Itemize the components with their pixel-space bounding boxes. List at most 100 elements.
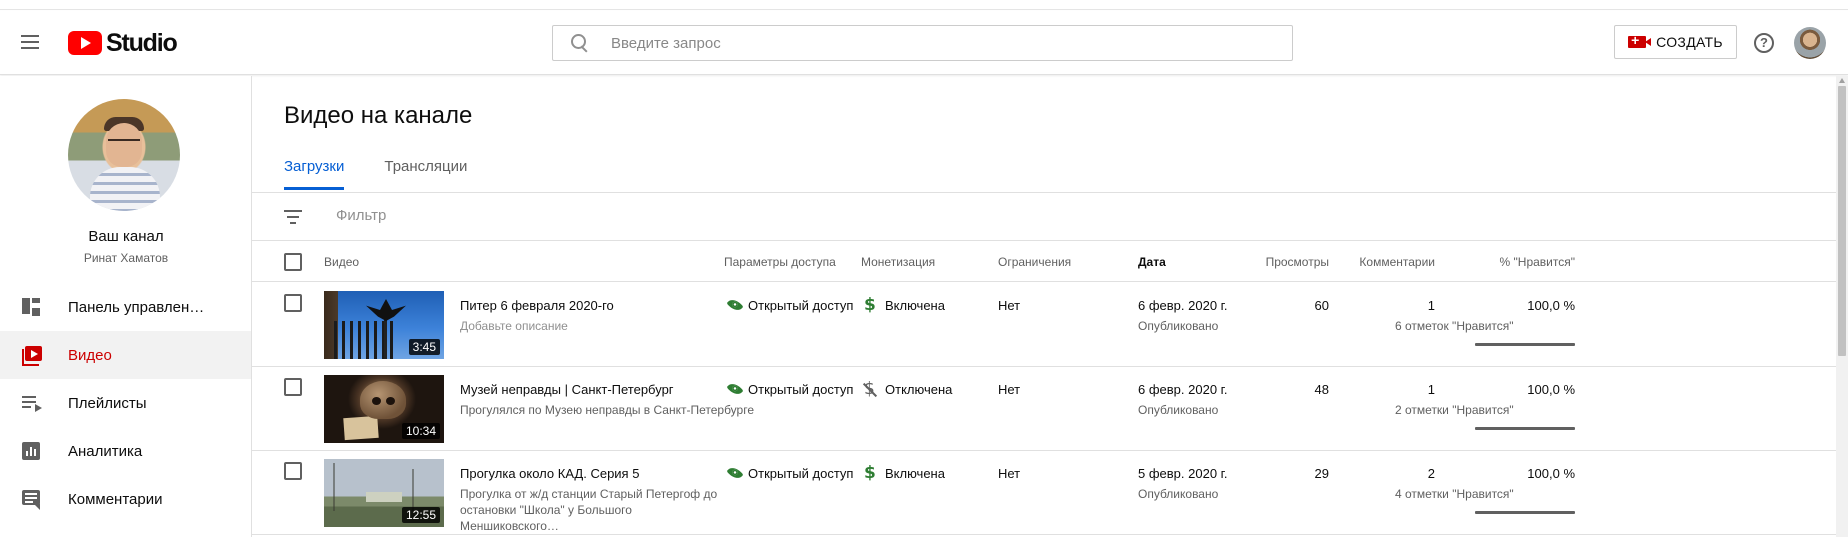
video-thumbnail[interactable]: 10:34 [324, 375, 444, 443]
publish-status: Опубликовано [1138, 319, 1219, 333]
sidebar-item-analytics[interactable]: Аналитика [0, 427, 251, 475]
table-row[interactable]: 10:34 Музей неправды | Санкт-Петербург П… [252, 367, 1836, 451]
video-title[interactable]: Музей неправды | Санкт-Петербург [460, 382, 760, 397]
date-value: 6 февр. 2020 г. [1138, 298, 1228, 313]
filter-icon[interactable] [284, 210, 302, 224]
publish-status: Опубликовано [1138, 403, 1219, 417]
monetization-value[interactable]: Включена [885, 466, 945, 481]
app-header: Studio СОЗДАТЬ ? [0, 11, 1848, 75]
video-description[interactable]: Прогулка от ж/д станции Старый Петергоф … [460, 486, 720, 534]
column-header-video: Видео [324, 255, 360, 269]
select-all-checkbox[interactable] [284, 253, 302, 271]
sidebar-item-label: Видео [68, 346, 112, 364]
sidebar-item-playlists[interactable]: Плейлисты [0, 379, 251, 427]
help-icon[interactable]: ? [1754, 33, 1774, 53]
scroll-up-arrow-icon[interactable] [1839, 78, 1845, 83]
date-value: 6 февр. 2020 г. [1138, 382, 1228, 397]
column-header-restrictions[interactable]: Ограничения [998, 255, 1071, 269]
hamburger-menu-icon[interactable] [18, 31, 42, 55]
scrollbar-thumb[interactable] [1838, 86, 1846, 356]
youtube-studio-logo[interactable]: Studio [68, 28, 178, 57]
column-header-views[interactable]: Просмотры [1229, 255, 1329, 269]
likes-percent: 100,0 % [1527, 466, 1575, 481]
video-duration: 3:45 [408, 339, 440, 355]
sidebar-item-label: Комментарии [68, 490, 163, 508]
youtube-play-icon [68, 31, 102, 55]
visibility-value[interactable]: Открытый доступ [748, 382, 853, 397]
column-header-comments[interactable]: Комментарии [1335, 255, 1435, 269]
comments-icon [22, 490, 40, 510]
video-description[interactable]: Прогулялся по Музею неправды в Санкт-Пет… [460, 402, 760, 418]
search-icon [571, 34, 589, 52]
publish-status: Опубликовано [1138, 487, 1219, 501]
sidebar-nav: Панель управлен… Видео Плейлисты Аналити… [0, 283, 251, 523]
row-checkbox[interactable] [284, 378, 302, 396]
monetization-value[interactable]: Отключена [885, 382, 952, 397]
visibility-value[interactable]: Открытый доступ [748, 466, 853, 481]
filter-bar [252, 193, 1836, 241]
video-description[interactable]: Добавьте описание [460, 318, 760, 334]
channel-title: Ваш канал [88, 228, 164, 245]
monetization-on-icon: $ [864, 463, 876, 483]
analytics-icon [22, 442, 40, 460]
comments-value: 1 [1427, 382, 1435, 397]
sidebar-item-label: Панель управлен… [68, 298, 205, 316]
playlist-icon [22, 394, 42, 412]
channel-avatar[interactable] [68, 99, 180, 211]
views-value: 60 [1314, 298, 1329, 313]
date-value: 5 февр. 2020 г. [1138, 466, 1228, 481]
likes-ratio-bar [1475, 343, 1575, 346]
views-value: 29 [1314, 466, 1329, 481]
likes-count: 2 отметки "Нравится" [1395, 403, 1514, 417]
video-title[interactable]: Прогулка около КАД. Серия 5 [460, 466, 760, 481]
column-header-likes[interactable]: % "Нравится" [1435, 255, 1575, 269]
page-scrollbar[interactable] [1836, 76, 1848, 537]
page-title: Видео на канале [284, 102, 473, 129]
channel-owner-name: Ринат Хаматов [83, 251, 169, 265]
restrictions-value: Нет [998, 298, 1021, 313]
sidebar-item-dashboard[interactable]: Панель управлен… [0, 283, 251, 331]
top-border [0, 0, 1848, 10]
sidebar-item-comments[interactable]: Комментарии [0, 475, 251, 523]
table-row[interactable]: 12:55 Прогулка около КАД. Серия 5 Прогул… [252, 451, 1836, 535]
dashboard-icon [22, 298, 42, 316]
views-value: 48 [1314, 382, 1329, 397]
table-row[interactable]: 3:45 Питер 6 февраля 2020-го Добавьте оп… [252, 283, 1836, 367]
video-thumbnail[interactable]: 12:55 [324, 459, 444, 527]
tabs: Загрузки Трансляции [284, 158, 507, 190]
likes-ratio-bar [1475, 427, 1575, 430]
row-checkbox[interactable] [284, 462, 302, 480]
comments-value: 1 [1427, 298, 1435, 313]
column-header-monetization[interactable]: Монетизация [861, 255, 935, 269]
account-avatar[interactable] [1794, 27, 1826, 59]
video-icon [22, 346, 42, 366]
sidebar-item-label: Плейлисты [68, 394, 147, 412]
sidebar-item-videos[interactable]: Видео [0, 331, 251, 379]
tab-live[interactable]: Трансляции [384, 158, 467, 190]
main-content: Видео на канале Загрузки Трансляции Виде… [252, 76, 1836, 537]
row-checkbox[interactable] [284, 294, 302, 312]
video-thumbnail[interactable]: 3:45 [324, 291, 444, 359]
video-duration: 12:55 [401, 507, 440, 523]
create-button[interactable]: СОЗДАТЬ [1614, 25, 1737, 59]
logo-text: Studio [106, 28, 178, 57]
monetization-value[interactable]: Включена [885, 298, 945, 313]
likes-percent: 100,0 % [1527, 382, 1575, 397]
monetization-on-icon: $ [864, 295, 876, 315]
monetization-off-icon: $ [864, 379, 875, 399]
video-duration: 10:34 [401, 423, 440, 439]
sidebar: Ваш канал Ринат Хаматов Панель управлен…… [0, 76, 252, 537]
filter-input[interactable] [336, 207, 736, 224]
likes-percent: 100,0 % [1527, 298, 1575, 313]
column-header-visibility[interactable]: Параметры доступа [724, 255, 836, 269]
column-header-date[interactable]: Дата [1138, 255, 1166, 269]
create-video-icon [1628, 32, 1652, 48]
likes-count: 4 отметки "Нравится" [1395, 487, 1514, 501]
visibility-value[interactable]: Открытый доступ [748, 298, 853, 313]
create-button-label: СОЗДАТЬ [1656, 34, 1723, 50]
search-box[interactable] [552, 25, 1293, 61]
tab-uploads[interactable]: Загрузки [284, 158, 345, 190]
search-input[interactable] [611, 34, 1251, 52]
likes-ratio-bar [1475, 511, 1575, 514]
video-title[interactable]: Питер 6 февраля 2020-го [460, 298, 760, 313]
